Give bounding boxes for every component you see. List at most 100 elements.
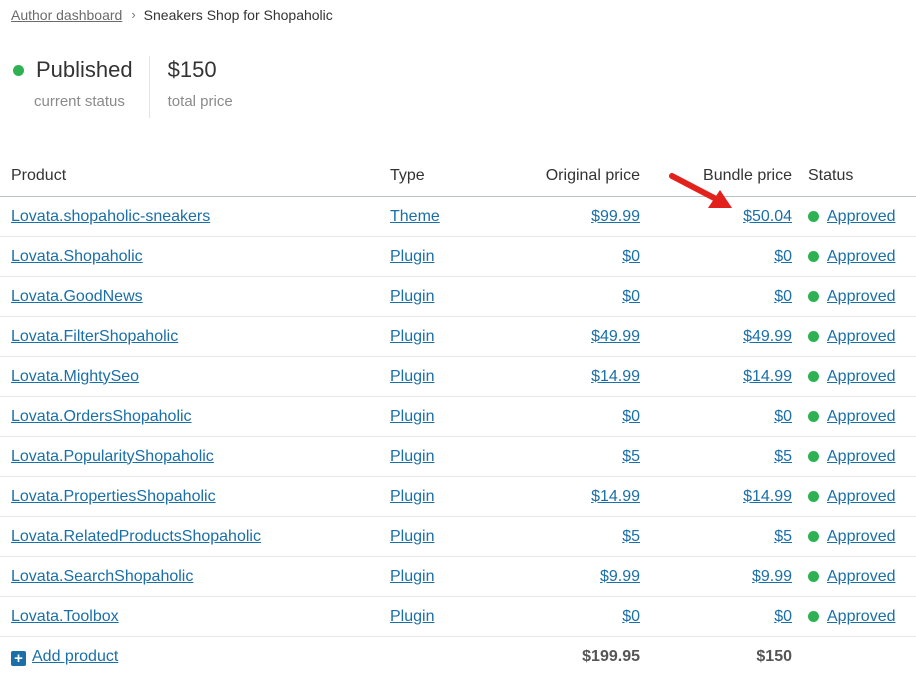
bundle-price-link[interactable]: $9.99	[752, 568, 792, 585]
status-link[interactable]: Approved	[827, 528, 896, 545]
table-row: Lovata.SearchShopaholic Plugin $9.99 $9.99 A…	[0, 556, 916, 597]
status-link[interactable]: Approved	[827, 208, 896, 225]
status-link[interactable]: Approved	[827, 608, 896, 625]
products-table: Product Type Original price Bundle price…	[0, 156, 916, 676]
status-dot-icon	[808, 330, 819, 342]
type-link[interactable]: Plugin	[390, 448, 434, 465]
product-link[interactable]: Lovata.PopularityShopaholic	[11, 448, 214, 465]
type-link[interactable]: Plugin	[390, 528, 434, 545]
table-row: Lovata.Shopaholic Plugin $0 $0 Approved	[0, 236, 916, 277]
status-link[interactable]: Approved	[827, 488, 896, 505]
status-dot-icon	[808, 570, 819, 582]
bundle-price-link[interactable]: $5	[774, 528, 792, 545]
original-price-link[interactable]: $99.99	[591, 208, 640, 225]
bundle-price-link[interactable]: $5	[774, 448, 792, 465]
status-dot-icon	[808, 370, 819, 382]
status-link[interactable]: Approved	[827, 408, 896, 425]
status-dot-icon	[808, 490, 819, 502]
type-link[interactable]: Plugin	[390, 368, 434, 385]
table-row: Lovata.MightySeo Plugin $14.99 $14.99 Approv…	[0, 356, 916, 397]
product-link[interactable]: Lovata.FilterShopaholic	[11, 328, 178, 345]
status-dot-icon	[808, 250, 819, 262]
status-dot-icon	[808, 210, 819, 222]
bundle-price-link[interactable]: $50.04	[743, 208, 792, 225]
bundle-price-link[interactable]: $49.99	[743, 328, 792, 345]
total-price-label: total price	[167, 93, 233, 110]
table-row: Lovata.FilterShopaholic Plugin $49.99 $49.9…	[0, 316, 916, 357]
total-price-value: $150	[167, 57, 217, 82]
bundle-page: Author dashboard › Sneakers Shop for Sho…	[0, 0, 916, 678]
type-link[interactable]: Plugin	[390, 568, 434, 585]
total-bundle-price: $150	[756, 647, 792, 665]
product-link[interactable]: Lovata.shopaholic-sneakers	[11, 208, 210, 225]
header-product: Product	[0, 156, 390, 197]
bundle-price-link[interactable]: $0	[774, 608, 792, 625]
status-dot-icon	[13, 64, 24, 76]
table-row: Lovata.shopaholic-sneakers Theme $99.99 $50…	[0, 196, 916, 237]
bundle-price-link[interactable]: $0	[774, 248, 792, 265]
original-price-link[interactable]: $49.99	[591, 328, 640, 345]
type-link[interactable]: Plugin	[390, 488, 434, 505]
product-link[interactable]: Lovata.RelatedProductsShopaholic	[11, 528, 261, 545]
status-link[interactable]: Approved	[827, 368, 896, 385]
status-dot-icon	[808, 450, 819, 462]
bundle-price-link[interactable]: $0	[774, 408, 792, 425]
status-link[interactable]: Approved	[827, 288, 896, 305]
original-price-link[interactable]: $0	[622, 248, 640, 265]
breadcrumb-current: Sneakers Shop for Shopaholic	[143, 7, 333, 23]
original-price-link[interactable]: $14.99	[591, 488, 640, 505]
table-row: Lovata.Toolbox Plugin $0 $0 Approved	[0, 596, 916, 637]
type-link[interactable]: Plugin	[390, 408, 434, 425]
bundle-price-link[interactable]: $14.99	[743, 488, 792, 505]
price-summary: $150 total price	[150, 56, 233, 118]
status-dot-icon	[808, 290, 819, 302]
plus-icon[interactable]: +	[11, 650, 26, 666]
table-row: Lovata.PropertiesShopaholic Plugin $14.99 $…	[0, 476, 916, 517]
table-row: Lovata.PopularityShopaholic Plugin $5 $5 App…	[0, 436, 916, 477]
original-price-link[interactable]: $0	[622, 408, 640, 425]
product-link[interactable]: Lovata.OrdersShopaholic	[11, 408, 192, 425]
table-footer-row: + Add product $199.95 $150	[0, 637, 916, 677]
table-row: Lovata.RelatedProductsShopaholic Plugin $5…	[0, 516, 916, 557]
header-original-price: Original price	[510, 156, 640, 197]
product-link[interactable]: Lovata.MightySeo	[11, 368, 139, 385]
add-product-link[interactable]: Add product	[32, 648, 118, 665]
breadcrumb-chevron-icon: ›	[131, 7, 136, 22]
bundle-summary: Published current status $150 total pric…	[11, 56, 233, 118]
header-status: Status	[792, 156, 916, 197]
status-label: current status	[34, 93, 125, 110]
original-price-link[interactable]: $14.99	[591, 368, 640, 385]
product-link[interactable]: Lovata.Shopaholic	[11, 248, 143, 265]
total-original-price: $199.95	[582, 647, 640, 665]
type-link[interactable]: Plugin	[390, 608, 434, 625]
bundle-price-link[interactable]: $14.99	[743, 368, 792, 385]
breadcrumb-author-dashboard-link[interactable]: Author dashboard	[11, 6, 122, 24]
bundle-price-link[interactable]: $0	[774, 288, 792, 305]
original-price-link[interactable]: $0	[622, 288, 640, 305]
status-link[interactable]: Approved	[827, 248, 896, 265]
type-link[interactable]: Plugin	[390, 288, 434, 305]
status-dot-icon	[808, 410, 819, 422]
status-link[interactable]: Approved	[827, 448, 896, 465]
product-link[interactable]: Lovata.GoodNews	[11, 288, 143, 305]
original-price-link[interactable]: $5	[622, 448, 640, 465]
type-link[interactable]: Plugin	[390, 248, 434, 265]
original-price-link[interactable]: $9.99	[600, 568, 640, 585]
table-row: Lovata.GoodNews Plugin $0 $0 Approved	[0, 276, 916, 317]
status-value: Published	[36, 57, 133, 82]
status-dot-icon	[808, 610, 819, 622]
original-price-link[interactable]: $0	[622, 608, 640, 625]
table-row: Lovata.OrdersShopaholic Plugin $0 $0 Approve…	[0, 396, 916, 437]
product-link[interactable]: Lovata.PropertiesShopaholic	[11, 488, 216, 505]
type-link[interactable]: Theme	[390, 208, 440, 225]
type-link[interactable]: Plugin	[390, 328, 434, 345]
product-link[interactable]: Lovata.Toolbox	[11, 608, 119, 625]
table-header-row: Product Type Original price Bundle price…	[0, 156, 916, 197]
original-price-link[interactable]: $5	[622, 528, 640, 545]
status-link[interactable]: Approved	[827, 568, 896, 585]
breadcrumb: Author dashboard › Sneakers Shop for Sho…	[11, 6, 333, 24]
add-product-cell: + Add product	[0, 637, 390, 677]
product-link[interactable]: Lovata.SearchShopaholic	[11, 568, 193, 585]
status-summary: Published current status	[11, 56, 150, 118]
status-link[interactable]: Approved	[827, 328, 896, 345]
